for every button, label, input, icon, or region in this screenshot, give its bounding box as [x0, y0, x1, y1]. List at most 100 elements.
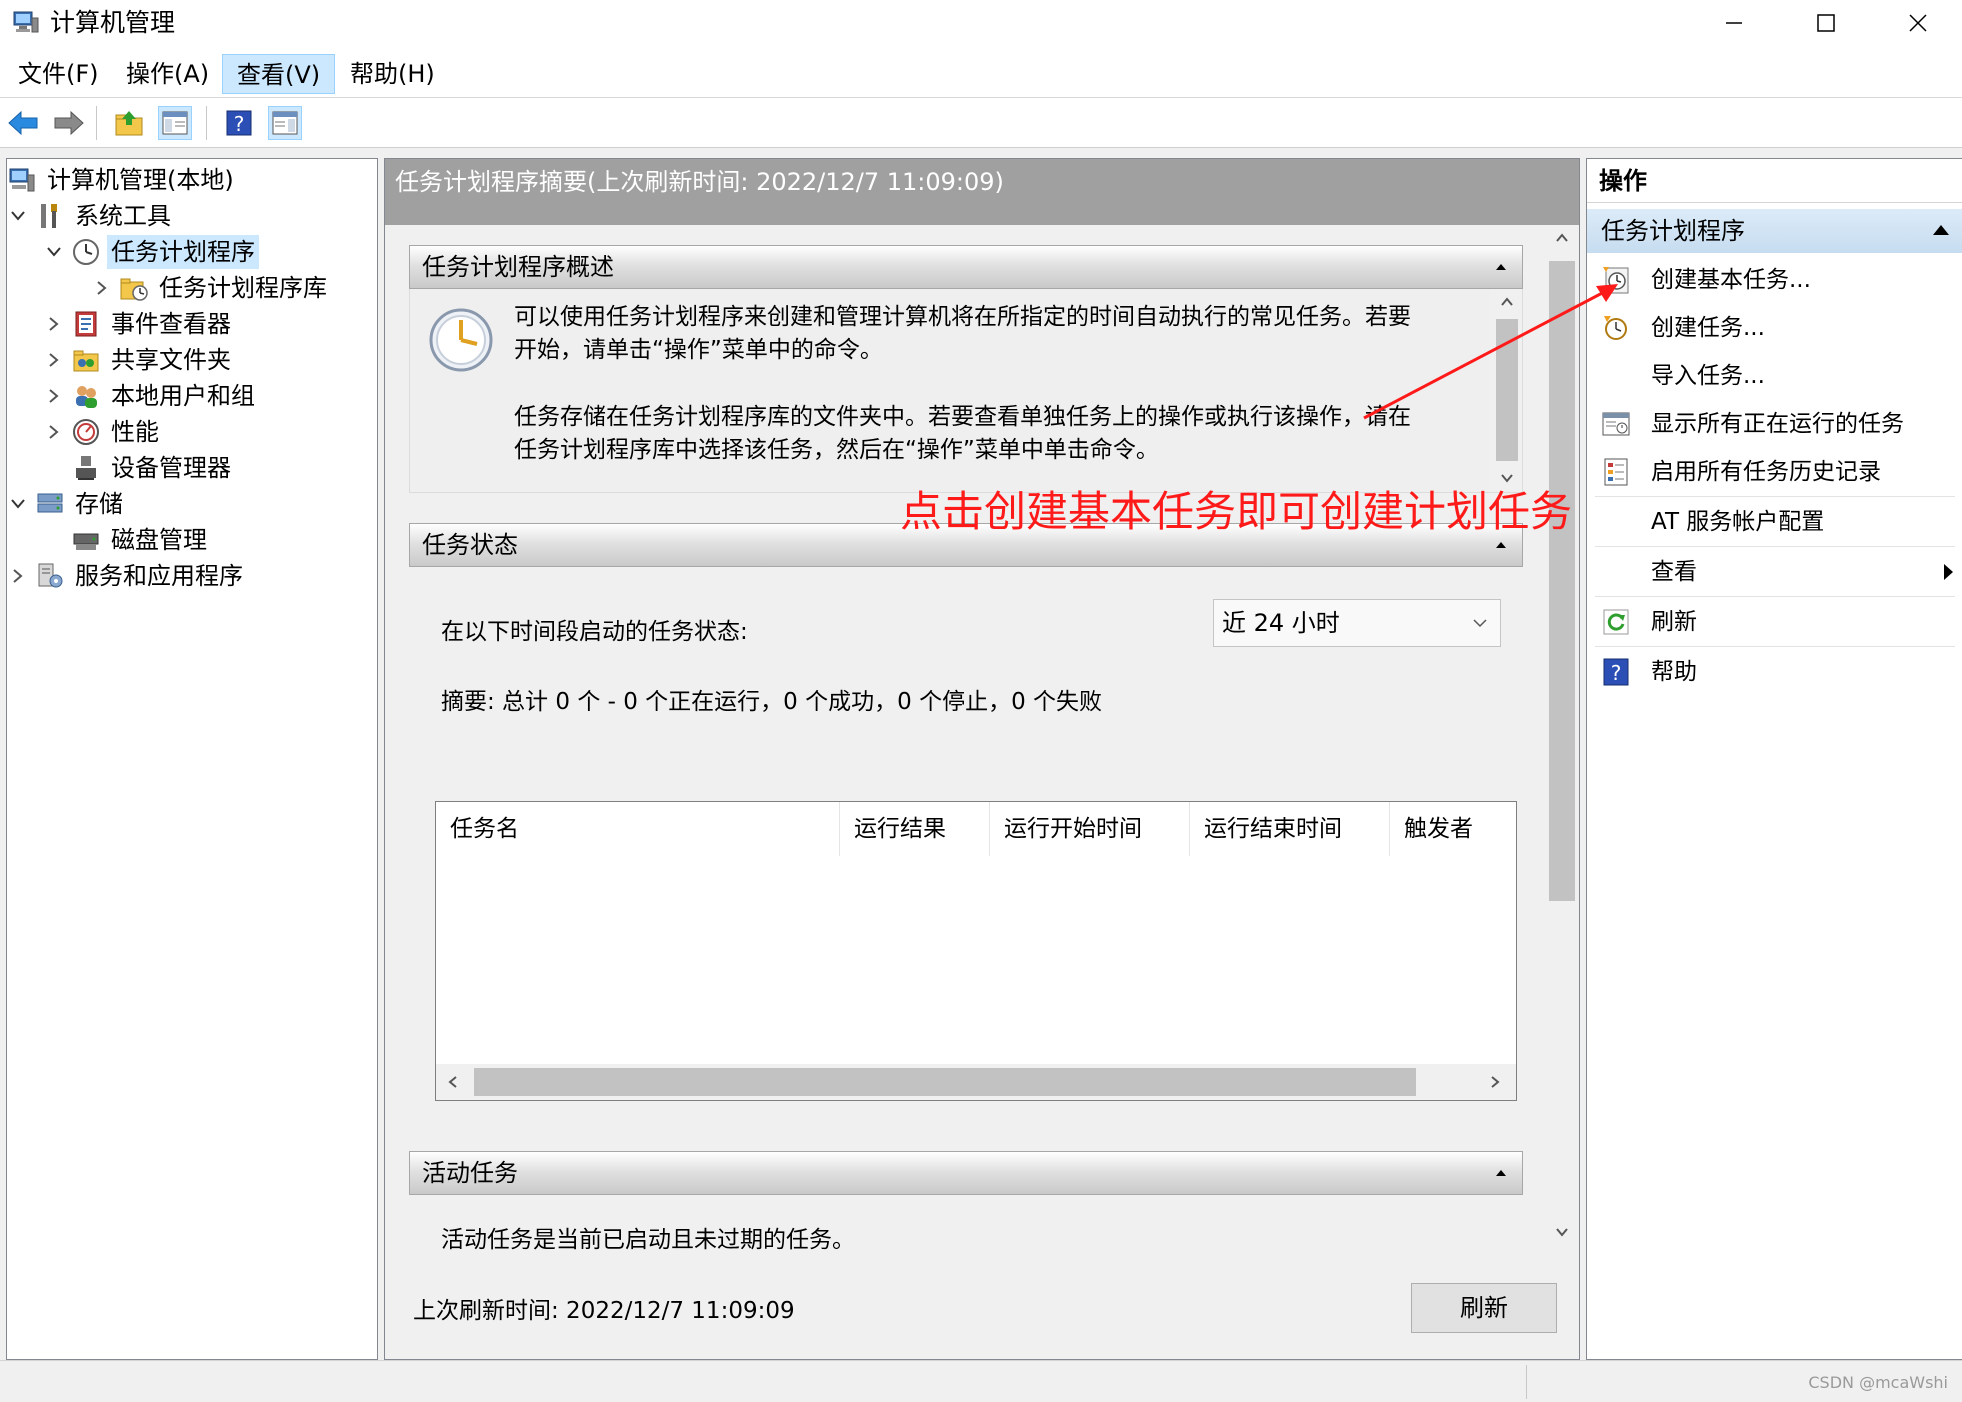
active-tasks-section-header[interactable]: 活动任务 — [409, 1151, 1523, 1195]
action-at-service-account[interactable]: AT 服务帐户配置 — [1587, 499, 1962, 545]
action-show-running-tasks[interactable]: 显示所有正在运行的任务 — [1587, 401, 1962, 447]
scheduler-clock-icon — [428, 307, 494, 377]
status-bar: CSDN @mcaWshi — [0, 1360, 1962, 1402]
scroll-up-icon[interactable] — [1555, 233, 1569, 243]
menu-help[interactable]: 帮助(H) — [336, 54, 449, 94]
collapse-caret-icon[interactable] — [1933, 225, 1949, 235]
summary-header: 任务计划程序摘要(上次刷新时间: 2022/12/7 11:09:09) — [385, 159, 1579, 225]
close-icon — [1909, 14, 1927, 32]
folder-clock-icon — [119, 273, 149, 303]
close-button[interactable] — [1872, 0, 1962, 46]
computer-management-icon — [12, 10, 40, 34]
collapse-caret-icon[interactable] — [1496, 264, 1506, 270]
tree-node-shared-folders[interactable]: 共享文件夹 — [43, 343, 235, 377]
action-view[interactable]: 查看 — [1587, 549, 1962, 595]
back-arrow-icon — [8, 110, 38, 136]
tree-node-performance[interactable]: 性能 — [43, 415, 163, 449]
scroll-down-icon[interactable] — [1555, 1227, 1569, 1237]
maximize-button[interactable] — [1780, 0, 1872, 46]
tree-node-task-scheduler[interactable]: 任务计划程序 — [43, 235, 259, 269]
minimize-button[interactable] — [1688, 0, 1780, 46]
scroll-left-icon[interactable] — [448, 1075, 458, 1089]
column-header-trigger[interactable]: 触发者 — [1390, 802, 1516, 856]
action-refresh[interactable]: 刷新 — [1587, 599, 1962, 645]
action-help[interactable]: ? 帮助 — [1587, 649, 1962, 695]
column-header-run-result[interactable]: 运行结果 — [840, 802, 990, 856]
action-import-task[interactable]: 导入任务... — [1587, 353, 1962, 399]
column-header-run-start[interactable]: 运行开始时间 — [990, 802, 1190, 856]
column-header-task-name[interactable]: 任务名 — [436, 802, 840, 856]
device-manager-icon — [71, 453, 101, 483]
menu-view[interactable]: 查看(V) — [222, 54, 336, 94]
period-select[interactable]: 近 24 小时 — [1213, 599, 1501, 647]
chevron-down-icon[interactable] — [7, 487, 29, 521]
toolbar: ? — [0, 98, 1962, 148]
svg-text:?: ? — [234, 112, 245, 136]
title-bar: 计算机管理 — [0, 0, 1962, 46]
tree-node-system-tools[interactable]: 系统工具 — [7, 199, 175, 233]
show-hide-action-pane-button[interactable] — [268, 106, 302, 140]
chevron-right-icon[interactable] — [43, 343, 65, 377]
create-task-icon — [1601, 313, 1631, 343]
submenu-arrow-icon — [1944, 564, 1953, 580]
overview-scroll-thumb[interactable] — [1496, 319, 1518, 461]
overview-paragraph-2: 任务存储在任务计划程序库的文件夹中。若要查看单独任务上的操作或执行该操作，请在 … — [514, 404, 1411, 463]
collapse-caret-icon[interactable] — [1496, 542, 1506, 548]
back-button[interactable] — [6, 106, 40, 140]
table-horizontal-scrollbar[interactable] — [436, 1064, 1516, 1100]
overview-paragraph-1: 可以使用任务计划程序来创建和管理计算机将在所指定的时间自动执行的常见任务。若要 … — [514, 304, 1411, 363]
actions-section-header[interactable]: 任务计划程序 — [1587, 209, 1962, 253]
clock-icon — [71, 237, 101, 267]
chevron-right-icon[interactable] — [43, 307, 65, 341]
chevron-right-icon[interactable] — [43, 379, 65, 413]
chevron-down-icon[interactable] — [43, 235, 65, 269]
menu-file[interactable]: 文件(F) — [4, 54, 113, 94]
tree-node-local-users[interactable]: 本地用户和组 — [43, 379, 259, 413]
refresh-button[interactable]: 刷新 — [1411, 1283, 1557, 1333]
maximize-icon — [1817, 14, 1835, 32]
chevron-down-icon[interactable] — [7, 199, 29, 233]
minimize-icon — [1726, 22, 1742, 24]
task-status-table: 任务名 运行结果 运行开始时间 运行结束时间 触发者 — [435, 801, 1517, 1101]
tree-node-services-apps[interactable]: 服务和应用程序 — [7, 559, 247, 593]
svg-text:?: ? — [1611, 661, 1622, 685]
menu-action[interactable]: 操作(A) — [112, 54, 223, 94]
column-header-run-end[interactable]: 运行结束时间 — [1190, 802, 1390, 856]
tree-node-disk-management[interactable]: 磁盘管理 — [71, 523, 211, 557]
last-refresh-label: 上次刷新时间: 2022/12/7 11:09:09 — [413, 1298, 795, 1324]
scroll-down-icon[interactable] — [1500, 473, 1514, 483]
chevron-down-icon — [1473, 619, 1487, 628]
up-folder-icon — [115, 111, 143, 136]
tree-node-task-scheduler-library[interactable]: 任务计划程序库 — [91, 271, 331, 305]
running-tasks-icon — [1601, 409, 1631, 439]
table-scroll-thumb[interactable] — [474, 1068, 1416, 1096]
action-enable-task-history[interactable]: 启用所有任务历史记录 — [1587, 449, 1962, 495]
disk-icon — [71, 525, 101, 555]
show-hide-tree-button[interactable] — [158, 106, 192, 140]
action-create-basic-task[interactable]: 创建基本任务... — [1587, 257, 1962, 303]
chevron-right-icon[interactable] — [43, 415, 65, 449]
overview-scrollbar[interactable] — [1490, 289, 1522, 491]
help-toolbar-button[interactable]: ? — [222, 106, 256, 140]
create-basic-task-icon — [1601, 265, 1631, 295]
tree-node-device-manager[interactable]: 设备管理器 — [71, 451, 235, 485]
up-one-level-button[interactable] — [112, 106, 146, 140]
actions-pane: 操作 任务计划程序 创建基本任务... 创建任务... 导入任务... 显示所有… — [1586, 158, 1962, 1360]
scroll-right-icon[interactable] — [1490, 1075, 1500, 1089]
scroll-up-icon[interactable] — [1500, 297, 1514, 307]
tree-node-storage[interactable]: 存储 — [7, 487, 127, 521]
status-period-label: 在以下时间段启动的任务状态: — [441, 619, 748, 645]
forward-button[interactable] — [52, 106, 86, 140]
tree-node-event-viewer[interactable]: 事件查看器 — [43, 307, 235, 341]
task-status-section: 任务状态 在以下时间段启动的任务状态: 近 24 小时 摘要: 总计 0 个 -… — [409, 523, 1523, 1133]
overview-section-header[interactable]: 任务计划程序概述 — [409, 245, 1523, 289]
overview-body: 可以使用任务计划程序来创建和管理计算机将在所指定的时间自动执行的常见任务。若要 … — [409, 289, 1523, 493]
chevron-right-icon[interactable] — [7, 559, 29, 593]
tree-node-root[interactable]: 计算机管理(本地) — [7, 163, 238, 197]
chevron-right-icon[interactable] — [91, 271, 113, 305]
collapse-caret-icon[interactable] — [1496, 1170, 1506, 1176]
action-create-task[interactable]: 创建任务... — [1587, 305, 1962, 351]
summary-scroll-thumb[interactable] — [1549, 261, 1575, 901]
summary-scrollbar[interactable] — [1545, 225, 1577, 1245]
active-tasks-section: 活动任务 活动任务是当前已启动且未过期的任务。 — [409, 1151, 1523, 1251]
